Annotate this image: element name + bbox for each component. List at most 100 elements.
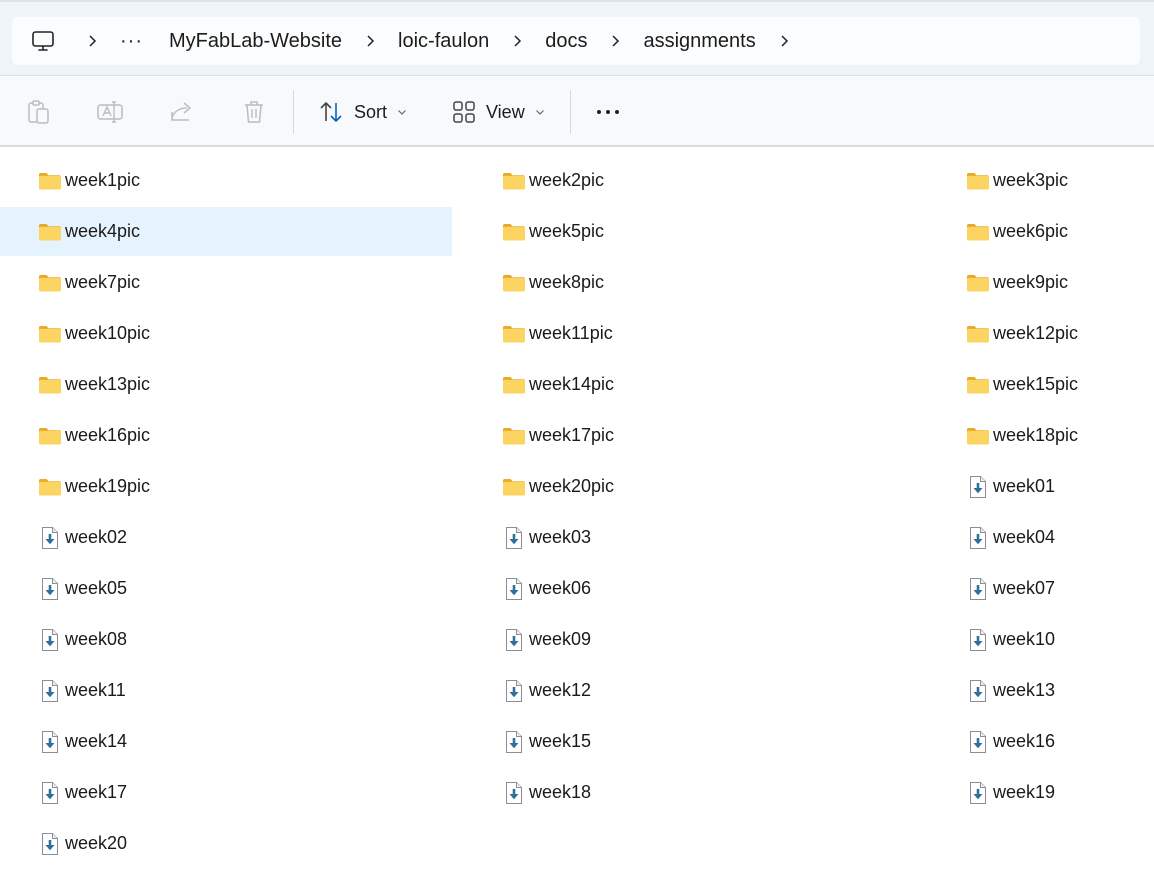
- folder-item[interactable]: week14pic: [464, 360, 916, 409]
- file-download-icon: [966, 679, 990, 703]
- item-name: week15pic: [993, 374, 1079, 394]
- file-item[interactable]: week10: [928, 615, 1154, 664]
- folder-icon: [502, 220, 526, 244]
- file-item[interactable]: week17: [0, 768, 452, 817]
- this-pc-button[interactable]: [12, 28, 56, 54]
- folder-item[interactable]: week20pic: [464, 462, 916, 511]
- file-item[interactable]: week09: [464, 615, 916, 664]
- file-item[interactable]: week06: [464, 564, 916, 613]
- file-item[interactable]: week11: [0, 666, 452, 715]
- item-name: week18pic: [993, 425, 1079, 445]
- view-grid-icon: [453, 101, 475, 123]
- view-button[interactable]: View: [452, 77, 545, 147]
- folder-item[interactable]: week2pic: [464, 156, 916, 205]
- file-item[interactable]: week02: [0, 513, 452, 562]
- file-download-icon: [966, 628, 990, 652]
- breadcrumb-chevron-icon[interactable]: [364, 34, 378, 48]
- breadcrumb-chevron-icon[interactable]: [511, 34, 525, 48]
- folder-icon: [502, 322, 526, 346]
- item-name: week14pic: [529, 374, 615, 394]
- file-item[interactable]: week01: [928, 462, 1154, 511]
- folder-icon: [966, 424, 990, 448]
- trash-icon: [245, 101, 263, 123]
- file-item[interactable]: week04: [928, 513, 1154, 562]
- folder-icon: [966, 322, 990, 346]
- item-name: week3pic: [993, 170, 1069, 190]
- file-item[interactable]: week20: [0, 819, 452, 868]
- file-download-icon: [502, 781, 526, 805]
- file-item[interactable]: week19: [928, 768, 1154, 817]
- item-name: week10pic: [65, 323, 151, 343]
- breadcrumb-chevron-icon[interactable]: [86, 34, 100, 48]
- folder-item[interactable]: week8pic: [464, 258, 916, 307]
- file-item[interactable]: week14: [0, 717, 452, 766]
- breadcrumb-item-loic-faulon[interactable]: loic-faulon: [398, 30, 489, 53]
- folder-icon: [38, 220, 62, 244]
- file-item[interactable]: week15: [464, 717, 916, 766]
- paste-button[interactable]: [24, 77, 52, 147]
- folder-icon: [966, 373, 990, 397]
- folder-item[interactable]: week4pic: [0, 207, 452, 256]
- item-name: week13: [993, 680, 1056, 700]
- folder-item[interactable]: week12pic: [928, 309, 1154, 358]
- breadcrumb-more-button[interactable]: ···: [120, 30, 143, 53]
- file-download-icon: [966, 475, 990, 499]
- item-name: week11: [65, 680, 126, 700]
- folder-item[interactable]: week11pic: [464, 309, 916, 358]
- see-more-button[interactable]: [594, 77, 622, 147]
- sort-button[interactable]: Sort: [318, 77, 407, 147]
- item-name: week1pic: [65, 170, 141, 190]
- share-button[interactable]: [168, 77, 196, 147]
- breadcrumb-item-docs[interactable]: docs: [545, 30, 587, 53]
- file-item[interactable]: week13: [928, 666, 1154, 715]
- item-name: week20: [65, 833, 128, 853]
- folder-icon: [502, 169, 526, 193]
- folder-icon: [502, 475, 526, 499]
- file-item[interactable]: week18: [464, 768, 916, 817]
- file-item[interactable]: week08: [0, 615, 452, 664]
- folder-item[interactable]: week17pic: [464, 411, 916, 460]
- file-download-icon: [502, 526, 526, 550]
- folder-item[interactable]: week13pic: [0, 360, 452, 409]
- item-name: week6pic: [993, 221, 1069, 241]
- folder-item[interactable]: week16pic: [0, 411, 452, 460]
- breadcrumb-item-assignments[interactable]: assignments: [643, 30, 755, 53]
- address-bar-region: ··· MyFabLab-Website loic-faulon docs as…: [0, 0, 1154, 76]
- chevron-down-icon: [398, 110, 406, 115]
- folder-item[interactable]: week1pic: [0, 156, 452, 205]
- folder-item[interactable]: week19pic: [0, 462, 452, 511]
- chevron-down-icon: [535, 110, 544, 115]
- folder-item[interactable]: week15pic: [928, 360, 1154, 409]
- breadcrumb-chevron-icon[interactable]: [778, 34, 792, 48]
- folder-item[interactable]: week10pic: [0, 309, 452, 358]
- file-item[interactable]: week12: [464, 666, 916, 715]
- folder-icon: [38, 373, 62, 397]
- breadcrumb-item-myfablab-website[interactable]: MyFabLab-Website: [169, 30, 342, 53]
- file-item[interactable]: week05: [0, 564, 452, 613]
- item-name: week2pic: [529, 170, 605, 190]
- delete-button[interactable]: [240, 77, 268, 147]
- folder-icon: [502, 373, 526, 397]
- file-download-icon: [502, 730, 526, 754]
- file-download-icon: [38, 577, 62, 601]
- file-download-icon: [38, 679, 62, 703]
- item-name: week4pic: [65, 221, 141, 241]
- item-name: week13pic: [65, 374, 151, 394]
- breadcrumb-chevron-icon[interactable]: [609, 34, 623, 48]
- folder-icon: [966, 220, 990, 244]
- address-bar[interactable]: ··· MyFabLab-Website loic-faulon docs as…: [12, 17, 1140, 65]
- file-item[interactable]: week16: [928, 717, 1154, 766]
- folder-item[interactable]: week18pic: [928, 411, 1154, 460]
- item-name: week09: [529, 629, 592, 649]
- file-item[interactable]: week03: [464, 513, 916, 562]
- folder-item[interactable]: week3pic: [928, 156, 1154, 205]
- item-name: week9pic: [993, 272, 1069, 292]
- item-name: week5pic: [529, 221, 605, 241]
- folder-item[interactable]: week7pic: [0, 258, 452, 307]
- folder-item[interactable]: week5pic: [464, 207, 916, 256]
- folder-icon: [502, 271, 526, 295]
- folder-item[interactable]: week9pic: [928, 258, 1154, 307]
- file-item[interactable]: week07: [928, 564, 1154, 613]
- rename-button[interactable]: [96, 77, 124, 147]
- folder-item[interactable]: week6pic: [928, 207, 1154, 256]
